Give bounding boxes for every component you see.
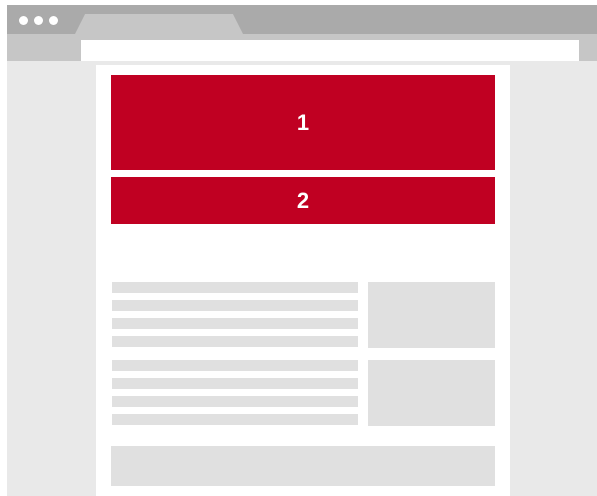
text-line-placeholder <box>112 318 358 329</box>
text-line-placeholder <box>112 414 358 425</box>
maximize-dot-icon[interactable] <box>49 16 58 25</box>
address-bar[interactable] <box>81 40 579 61</box>
browser-title-bar <box>7 5 597 34</box>
browser-toolbar <box>7 34 597 61</box>
close-dot-icon[interactable] <box>19 16 28 25</box>
minimize-dot-icon[interactable] <box>34 16 43 25</box>
text-line-placeholder <box>112 282 358 293</box>
web-page: 1 2 <box>96 65 510 496</box>
content-block-2: 2 <box>111 177 495 224</box>
text-line-placeholder <box>112 378 358 389</box>
block-2-label: 2 <box>296 187 310 213</box>
text-line-placeholder <box>112 360 358 371</box>
text-line-placeholder <box>112 300 358 311</box>
text-line-placeholder <box>112 396 358 407</box>
window-controls <box>19 16 58 25</box>
image-placeholder <box>368 360 495 426</box>
text-line-placeholder <box>112 336 358 347</box>
content-block-1: 1 <box>111 75 495 170</box>
image-placeholder <box>368 282 495 348</box>
browser-window: 1 2 <box>7 5 597 496</box>
browser-tab[interactable] <box>75 14 243 34</box>
block-1-label: 1 <box>296 109 310 135</box>
footer-placeholder <box>111 446 495 486</box>
